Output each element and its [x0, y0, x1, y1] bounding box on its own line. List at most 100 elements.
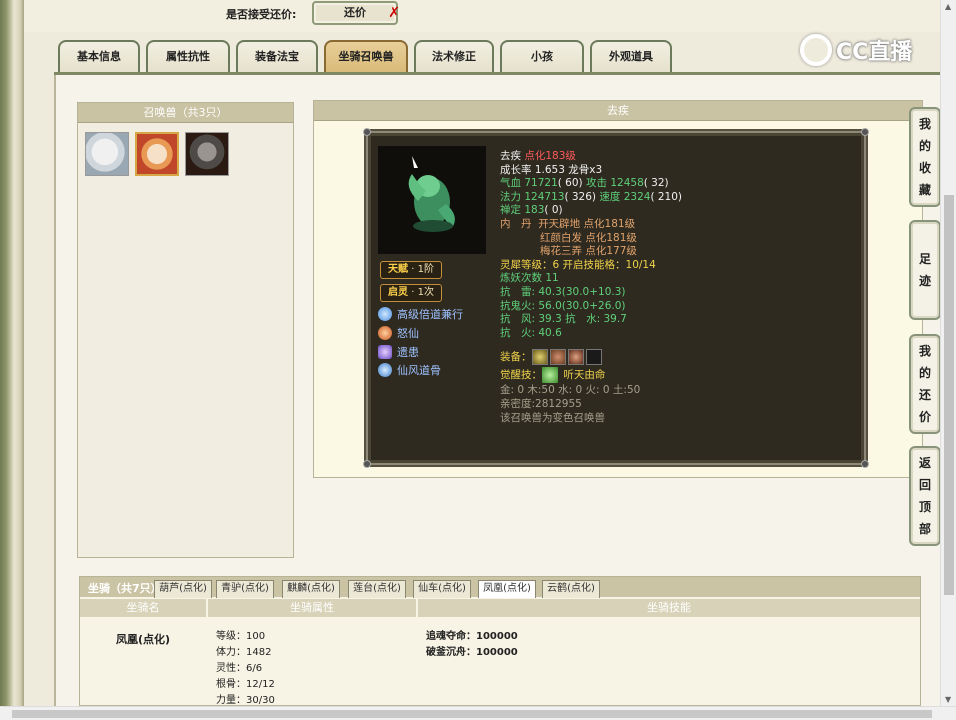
tab-equipment[interactable]: 装备法宝 [236, 40, 318, 72]
hp-points: ( 60) [557, 177, 583, 190]
nav-char: 回 [918, 478, 931, 492]
refine-count: 炼妖次数 11 [500, 272, 559, 285]
nav-char: 价 [918, 410, 931, 424]
my-favorites-button[interactable]: 我 的 收 藏 [909, 107, 941, 207]
mount-tab-active[interactable]: 凤凰(点化) [478, 580, 536, 598]
resist-ghostfire: 抗鬼火: 56.0(30.0+26.0) [500, 299, 626, 312]
def-label: 禅定 [500, 204, 521, 217]
tab-label: 坐骑召唤兽 [338, 50, 394, 63]
skill-name: 高级倍道兼行 [397, 308, 463, 321]
tab-mount-summon[interactable]: 坐骑召唤兽 [324, 40, 408, 72]
awaken-skill-icon [542, 367, 558, 384]
scroll-up-icon[interactable]: ▲ [945, 2, 951, 11]
equipment-slot-icon[interactable] [549, 349, 566, 366]
skill-name: 仙风道骨 [397, 364, 441, 377]
tab-child[interactable]: 小孩 [500, 40, 584, 72]
bargain-button-label: 还价 [344, 6, 366, 19]
mount-tab[interactable]: 葫芦(点化) [154, 580, 212, 598]
mount-attr: 根骨：12/12 [216, 679, 275, 690]
nav-char: 我 [918, 344, 931, 358]
mount-tab[interactable]: 青驴(点化) [216, 580, 274, 598]
mount-name: 凤凰(点化) [116, 633, 171, 646]
def-points: ( 0) [544, 204, 563, 217]
mount-skill: 破釜沉舟：100000 [426, 647, 518, 658]
talent-value: 1阶 [417, 264, 434, 275]
growth-rate: 成长率 1.653 龙骨x3 [500, 163, 603, 176]
mount-tab-label: 云鹤(点化) [547, 583, 595, 594]
left-decorative-border [0, 0, 24, 706]
tab-label: 基本信息 [77, 50, 121, 63]
tab-label: 小孩 [531, 50, 553, 63]
skill-item[interactable]: 怒仙 [378, 325, 419, 341]
col-mount-attr: 坐骑属性 [208, 599, 416, 617]
col-mount-name: 坐骑名 [80, 599, 206, 617]
mount-tab[interactable]: 仙车(点化) [413, 580, 471, 598]
corner-ornament [363, 460, 371, 468]
awaken-badge: 启灵 · 1次 [380, 284, 442, 302]
resist-thunder: 抗 雷: 40.3(30.0+10.3) [500, 285, 626, 298]
skill-item[interactable]: 仙风道骨 [378, 362, 441, 378]
mount-tab[interactable]: 云鹤(点化) [542, 580, 600, 598]
awaken-label: 启灵 [388, 287, 409, 298]
spd-label: 速度 [599, 190, 621, 203]
tab-label: 法术修正 [432, 50, 476, 63]
equip-label: 装备： [500, 351, 532, 364]
bargain-label: 是否接受还价: [226, 8, 297, 21]
mount-tab[interactable]: 莲台(点化) [348, 580, 406, 598]
cc-live-logo: CC直播 [800, 30, 930, 70]
vertical-scrollbar[interactable]: ▲ ▼ [940, 0, 956, 706]
atk-label: 攻击 [586, 177, 607, 190]
corner-ornament [861, 460, 869, 468]
my-bargain-button[interactable]: 我 的 还 价 [909, 334, 941, 434]
mp-value: 124713 [524, 190, 565, 203]
mount-tab-label: 莲台(点化) [353, 583, 401, 594]
col-mount-skill: 坐骑技能 [418, 599, 920, 617]
summon-list-panel: 召唤兽（共3只） [77, 102, 294, 558]
atk-points: ( 32) [643, 177, 669, 190]
skill-item[interactable]: 遗患 [378, 344, 419, 360]
tab-label: 属性抗性 [166, 50, 210, 63]
footprint-button[interactable]: 足 迹 [909, 220, 941, 320]
tab-label: 装备法宝 [255, 50, 299, 63]
mount-attr: 灵性：6/6 [216, 663, 263, 674]
mp-label: 法力 [500, 190, 521, 203]
horizontal-scrollbar[interactable] [0, 706, 956, 720]
back-to-top-button[interactable]: 返 回 顶 部 [909, 446, 941, 546]
resist-wind-water: 抗 风: 39.3 抗 水: 39.7 [500, 313, 627, 326]
empty-slot-icon[interactable] [585, 349, 602, 366]
tab-attribute-resistance[interactable]: 属性抗性 [146, 40, 230, 72]
tab-underline [54, 72, 940, 75]
scroll-thumb[interactable] [12, 710, 932, 718]
tab-appearance-items[interactable]: 外观道具 [590, 40, 672, 72]
skill-name: 遗患 [397, 346, 419, 359]
corner-ornament [363, 128, 371, 136]
wolf-pet-icon[interactable] [185, 132, 229, 176]
tab-basic-info[interactable]: 基本信息 [58, 40, 140, 72]
skill-item[interactable]: 高级倍道兼行 [378, 306, 463, 322]
nav-char: 还 [918, 388, 931, 402]
five-elements: 金: 0 木:50 水: 0 火: 0 土:50 [500, 384, 641, 397]
equipment-slot-icon[interactable] [531, 349, 548, 366]
lingxi-level: 灵犀等级：6 开启技能格：10/14 [500, 258, 656, 271]
tab-label: 外观道具 [609, 50, 653, 63]
summon-stats: 去疾 点化183级 成长率 1.653 龙骨x3 气血 71721( 60) 攻… [500, 150, 682, 425]
mount-tab[interactable]: 麒麟(点化) [282, 580, 340, 598]
tab-spell-correction[interactable]: 法术修正 [414, 40, 494, 72]
inner-core-item: 梅花三弄 点化177级 [540, 245, 637, 258]
bargain-button[interactable]: 还价 ✗ [312, 1, 400, 25]
fire-cat-pet-icon[interactable] [135, 132, 179, 176]
intimacy: 亲密度:2812955 [500, 397, 582, 410]
awaken-value: 1次 [417, 287, 434, 298]
scroll-thumb[interactable] [944, 195, 954, 595]
mount-title: 坐骑（共7只） [88, 582, 162, 595]
nav-char: 的 [918, 366, 931, 380]
mount-tab-label: 青驴(点化) [221, 583, 269, 594]
nav-char: 收 [918, 161, 931, 175]
hp-value: 71721 [524, 177, 558, 190]
scroll-down-icon[interactable]: ▼ [945, 695, 951, 704]
spd-points: ( 210) [650, 190, 683, 203]
equipment-slot-icon[interactable] [567, 349, 584, 366]
close-icon[interactable]: ✗ [388, 3, 400, 23]
curse-skill-icon [378, 345, 392, 359]
polar-bear-pet-icon[interactable] [85, 132, 129, 176]
